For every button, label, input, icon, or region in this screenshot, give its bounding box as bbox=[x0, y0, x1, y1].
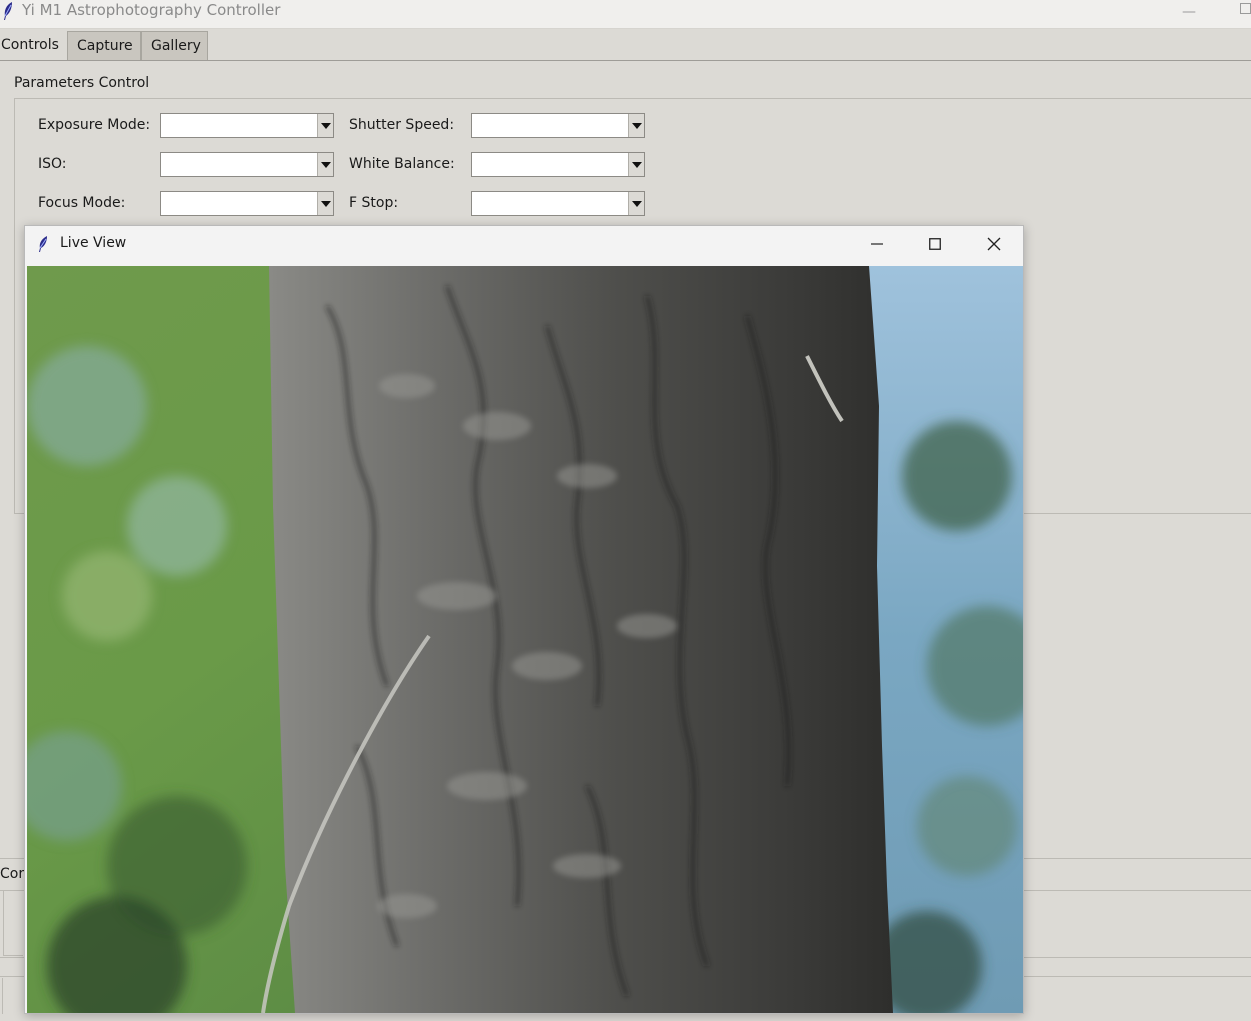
lower-frame-label: Cor bbox=[0, 866, 25, 882]
shutter-speed-combobox[interactable] bbox=[471, 113, 645, 138]
lower-frame-button-edge[interactable] bbox=[3, 890, 23, 956]
tree-bark-photo bbox=[27, 266, 1023, 1013]
iso-label: ISO: bbox=[38, 156, 67, 172]
white-balance-combobox[interactable] bbox=[471, 152, 645, 177]
parameters-control-label: Parameters Control bbox=[14, 75, 150, 91]
tab-controls[interactable]: Controls bbox=[0, 29, 66, 61]
tab-divider bbox=[0, 60, 1251, 61]
focus-mode-label: Focus Mode: bbox=[38, 195, 126, 211]
live-view-image bbox=[27, 266, 1023, 1013]
live-view-window[interactable]: Live View bbox=[24, 225, 1024, 1014]
white-balance-label: White Balance: bbox=[349, 156, 455, 172]
feather-app-icon bbox=[39, 236, 47, 252]
chevron-down-icon[interactable] bbox=[628, 192, 644, 215]
bottom-frame-edge bbox=[2, 978, 22, 1014]
live-view-title: Live View bbox=[60, 235, 127, 251]
chevron-down-icon[interactable] bbox=[628, 114, 644, 137]
shutter-speed-label: Shutter Speed: bbox=[349, 117, 455, 133]
feather-app-icon bbox=[4, 2, 12, 20]
live-view-titlebar[interactable]: Live View bbox=[25, 226, 1023, 264]
exposure-mode-label: Exposure Mode: bbox=[38, 117, 151, 133]
chevron-down-icon[interactable] bbox=[317, 114, 333, 137]
exposure-mode-combobox[interactable] bbox=[160, 113, 334, 138]
maximize-icon[interactable] bbox=[1240, 3, 1251, 14]
f-stop-label: F Stop: bbox=[349, 195, 399, 211]
focus-mode-combobox[interactable] bbox=[160, 191, 334, 216]
f-stop-combobox[interactable] bbox=[471, 191, 645, 216]
maximize-icon[interactable] bbox=[929, 238, 941, 250]
main-window-titlebar: Yi M1 Astrophotography Controller — bbox=[0, 0, 1251, 29]
minimize-icon[interactable]: — bbox=[1182, 4, 1196, 20]
iso-combobox[interactable] bbox=[160, 152, 334, 177]
minimize-icon[interactable] bbox=[870, 236, 884, 252]
chevron-down-icon[interactable] bbox=[317, 153, 333, 176]
close-icon[interactable] bbox=[987, 237, 1001, 251]
tab-gallery[interactable]: Gallery bbox=[141, 31, 208, 60]
tab-capture[interactable]: Capture bbox=[67, 31, 141, 60]
main-window-title: Yi M1 Astrophotography Controller bbox=[22, 1, 281, 19]
chevron-down-icon[interactable] bbox=[317, 192, 333, 215]
chevron-down-icon[interactable] bbox=[628, 153, 644, 176]
